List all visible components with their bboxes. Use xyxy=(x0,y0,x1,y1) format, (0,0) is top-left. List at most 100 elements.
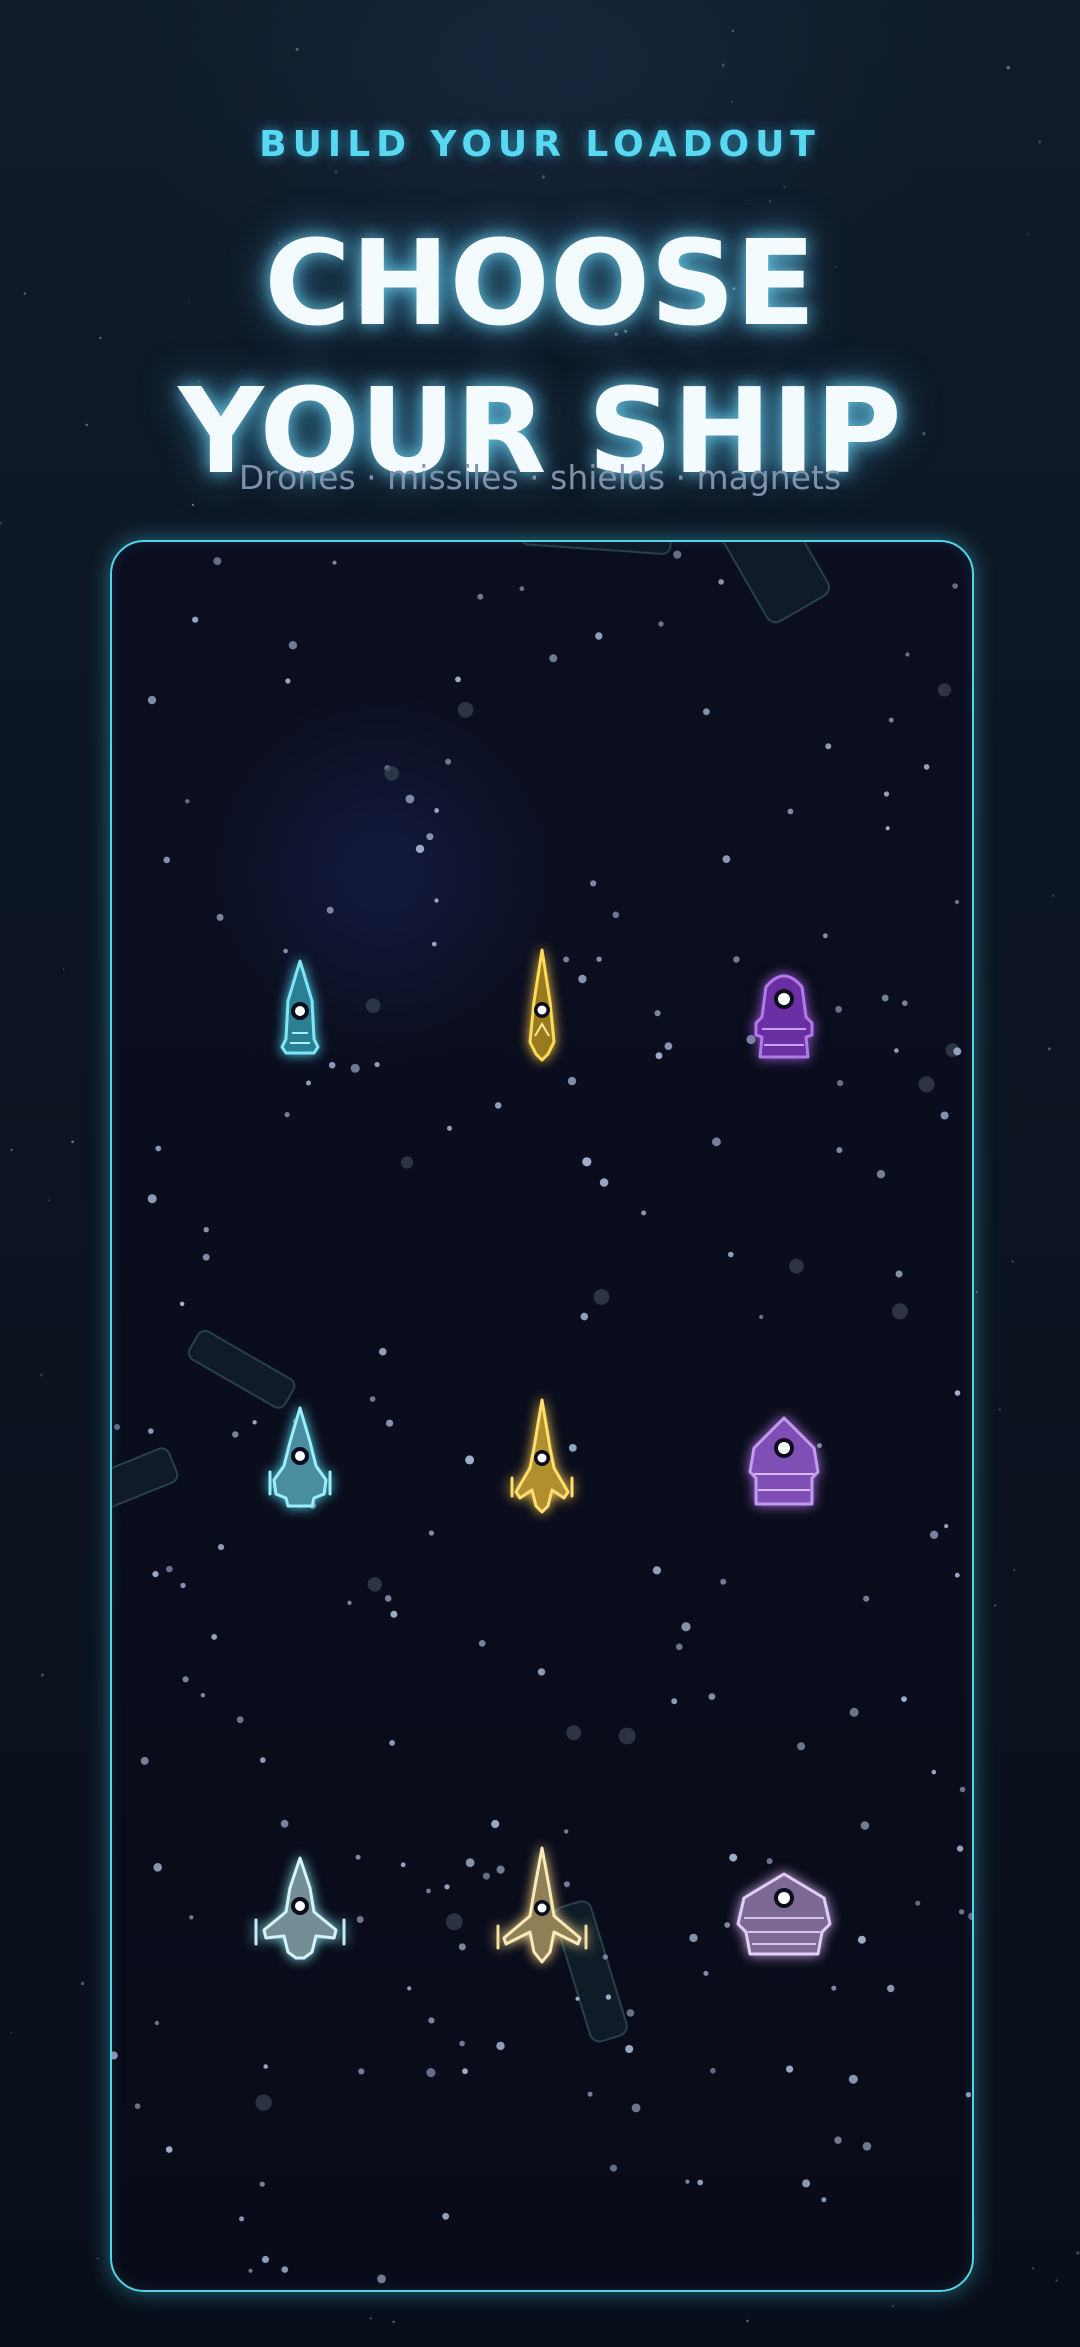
panel-star xyxy=(202,1253,210,1261)
panel-star xyxy=(426,1888,431,1894)
panel-star xyxy=(654,1010,661,1017)
background-star xyxy=(783,185,786,189)
panel-star xyxy=(134,2103,141,2109)
ship-gold-tier-1[interactable] xyxy=(482,942,602,1082)
panel-star xyxy=(831,1985,837,1991)
panel-star xyxy=(248,2268,253,2273)
panel-star xyxy=(379,1347,387,1356)
ship-gold-tier-3-icon xyxy=(496,1846,588,1964)
panel-star xyxy=(401,1156,414,1169)
panel-star xyxy=(148,1428,154,1434)
panel-star xyxy=(848,2074,858,2084)
panel-star xyxy=(609,2164,618,2172)
panel-star xyxy=(582,1157,592,1167)
background-star xyxy=(96,2257,99,2260)
panel-star xyxy=(797,1742,806,1751)
background-star xyxy=(721,63,725,67)
panel-star xyxy=(163,856,170,864)
background-star xyxy=(62,968,65,970)
panel-star xyxy=(703,708,710,716)
panel-star xyxy=(405,794,415,804)
panel-star xyxy=(384,1595,392,1602)
panel-star xyxy=(457,702,474,718)
panel-star xyxy=(386,1419,394,1427)
ship-gold-tier-2-icon xyxy=(510,1398,574,1514)
panel-star xyxy=(789,1258,804,1274)
panel-star xyxy=(445,1913,463,1931)
ship-cyan-tier-3-icon xyxy=(254,1856,346,1960)
ship-violet-tier-3[interactable] xyxy=(724,1844,844,1984)
background-star xyxy=(747,199,749,201)
panel-star xyxy=(455,676,461,683)
panel-star xyxy=(478,1640,486,1647)
panel-star xyxy=(626,2009,635,2017)
panel-star xyxy=(426,2068,436,2078)
panel-star xyxy=(491,1819,500,1829)
background-star xyxy=(71,1140,75,1144)
ship-violet-tier-2[interactable] xyxy=(724,1394,844,1534)
background-star xyxy=(295,47,299,51)
panel-star xyxy=(954,1390,961,1396)
panel-star xyxy=(200,1693,206,1698)
panel-star xyxy=(434,898,439,903)
panel-star xyxy=(625,2045,634,2053)
panel-star xyxy=(445,758,452,765)
ship-cyan-tier-2-icon xyxy=(268,1406,332,1508)
ship-gold-tier-3[interactable] xyxy=(482,1842,602,1982)
ship-selection-panel xyxy=(110,540,974,2292)
panel-star xyxy=(821,2197,827,2203)
panel-star xyxy=(263,2064,268,2069)
panel-star xyxy=(367,1577,382,1592)
panel-star xyxy=(929,1530,939,1539)
ship-cyan-tier-2[interactable] xyxy=(240,1394,360,1534)
panel-star xyxy=(728,1251,734,1258)
panel-star xyxy=(876,1170,886,1179)
panel-star xyxy=(915,1900,921,1906)
panel-star xyxy=(862,2142,872,2151)
panel-star xyxy=(671,1698,678,1705)
panel-star xyxy=(434,808,439,813)
panel-star xyxy=(891,1303,908,1320)
panel-star xyxy=(881,994,889,1002)
panel-star xyxy=(631,2103,641,2113)
panel-star xyxy=(112,2051,118,2060)
panel-star xyxy=(954,899,960,905)
panel-star xyxy=(332,560,337,565)
panel-star xyxy=(369,1396,376,1402)
panel-star xyxy=(612,911,620,919)
panel-star xyxy=(459,2040,465,2047)
panel-star xyxy=(496,2041,505,2051)
panel-star xyxy=(902,1000,908,1006)
panel-star xyxy=(428,1530,434,1536)
panel-star xyxy=(905,652,910,657)
panel-star xyxy=(549,654,558,663)
panel-star xyxy=(377,2274,386,2284)
background-star xyxy=(334,170,338,174)
panel-star xyxy=(787,808,794,815)
panel-star xyxy=(566,1725,582,1741)
panel-star xyxy=(384,766,400,781)
panel-star xyxy=(389,1740,395,1746)
ship-cyan-tier-1[interactable] xyxy=(240,947,360,1087)
panel-star xyxy=(580,1312,589,1321)
panel-star xyxy=(710,2067,716,2074)
panel-star xyxy=(931,1769,937,1775)
background-star xyxy=(0,522,2,525)
panel-star xyxy=(712,1137,721,1147)
debris-slab xyxy=(112,1447,179,1508)
panel-star xyxy=(185,799,190,804)
panel-star xyxy=(860,1821,870,1830)
panel-star xyxy=(154,2020,160,2026)
ship-gold-tier-2[interactable] xyxy=(482,1392,602,1532)
panel-star xyxy=(722,855,731,863)
panel-star xyxy=(676,1643,683,1651)
panel-star xyxy=(605,1994,612,2000)
ship-cyan-tier-3[interactable] xyxy=(240,1844,360,1984)
background-star xyxy=(10,1148,13,1151)
panel-star xyxy=(718,579,724,585)
panel-star xyxy=(477,593,484,600)
panel-star xyxy=(956,1845,964,1852)
background-star xyxy=(731,101,733,103)
panel-star xyxy=(652,1566,662,1575)
ship-violet-tier-1[interactable] xyxy=(724,947,844,1087)
